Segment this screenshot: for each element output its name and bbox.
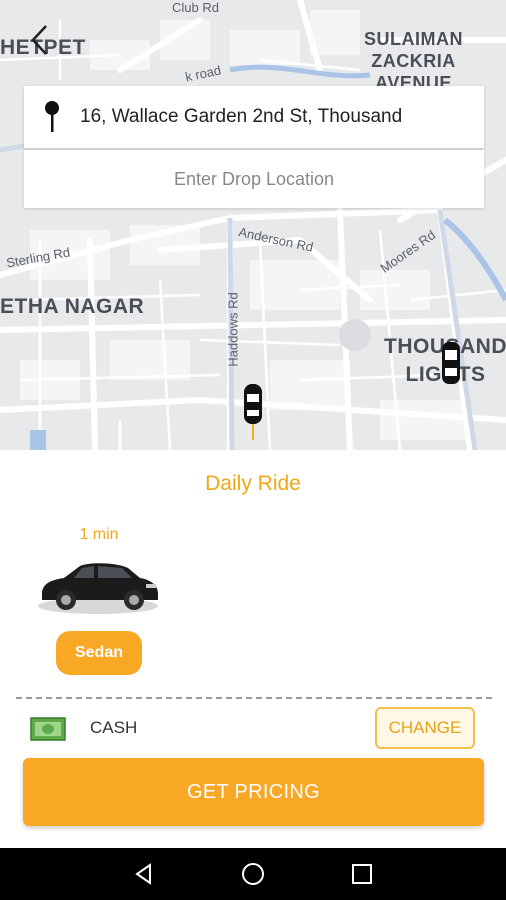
- get-pricing-button[interactable]: GET PRICING: [23, 758, 484, 826]
- sedan-car-icon[interactable]: [36, 554, 160, 616]
- square-recents-icon: [351, 864, 372, 884]
- pickup-address: 16, Wallace Garden 2nd St, Thousand: [80, 106, 403, 127]
- circle-home-icon: [241, 863, 264, 885]
- triangle-back-icon: [135, 863, 152, 885]
- android-nav-bar: [0, 848, 506, 900]
- cash-icon: [30, 717, 66, 741]
- map-area-label: SULAIMAN ZACKRIA AVENUE: [364, 28, 463, 94]
- location-pin-icon: [24, 100, 80, 134]
- sedan-button[interactable]: Sedan: [56, 631, 142, 675]
- map-area-label-line: ZACKRIA: [371, 51, 456, 71]
- back-button[interactable]: [24, 22, 56, 58]
- nav-home-button[interactable]: [233, 854, 273, 894]
- map-area-label-line: SULAIMAN: [364, 29, 463, 49]
- map-area-label: ETHA NAGAR: [0, 295, 145, 318]
- map-street-label: Haddows Rd: [225, 292, 241, 367]
- ride-panel: Daily Ride 1 min Sedan CASH CHANGE GET P…: [0, 450, 506, 848]
- car-marker-icon: [442, 342, 460, 384]
- drop-location-input[interactable]: [24, 150, 484, 208]
- pickup-location-field[interactable]: 16, Wallace Garden 2nd St, Thousand: [24, 86, 484, 148]
- drop-location-field[interactable]: [24, 150, 484, 208]
- eta-label: 1 min: [79, 526, 119, 543]
- car-marker-icon: [244, 384, 262, 440]
- nav-back-button[interactable]: [124, 854, 164, 894]
- ride-type-title: Daily Ride: [205, 472, 301, 495]
- chevron-left-icon: [31, 25, 47, 55]
- nav-recents-button[interactable]: [342, 854, 382, 894]
- divider: [16, 697, 492, 699]
- payment-method-label: CASH: [90, 718, 138, 737]
- map-view[interactable]: HETPET SULAIMAN ZACKRIA AVENUE ETHA NAGA…: [0, 0, 506, 450]
- change-payment-button[interactable]: CHANGE: [375, 707, 475, 749]
- map-street-label: Club Rd: [172, 0, 219, 15]
